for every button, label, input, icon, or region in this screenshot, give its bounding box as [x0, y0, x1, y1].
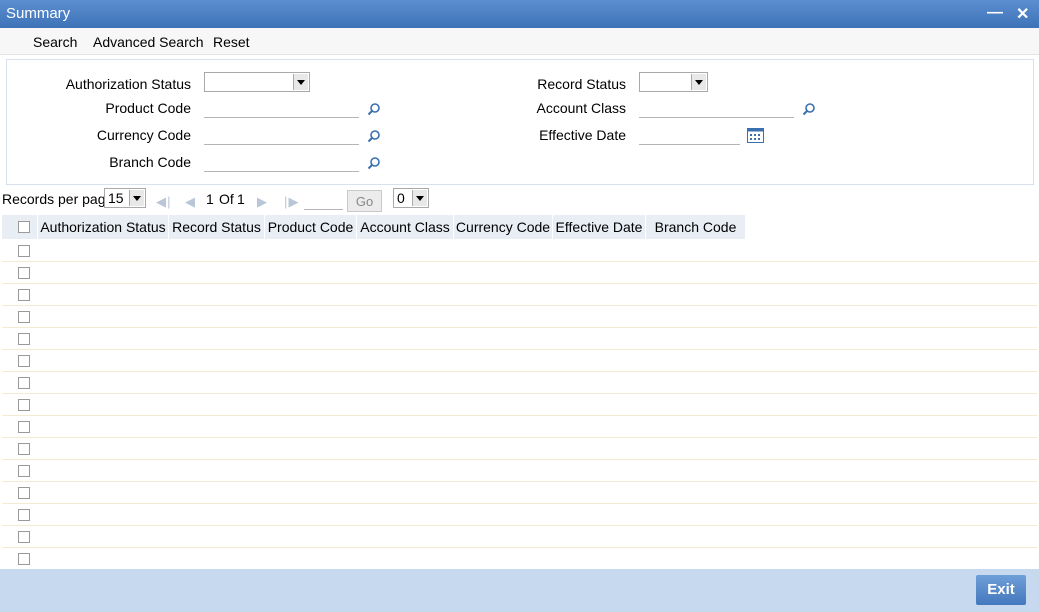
- chevron-down-icon: [412, 190, 427, 206]
- row-checkbox[interactable]: [18, 245, 30, 257]
- row-checkbox[interactable]: [18, 311, 30, 323]
- search-button[interactable]: Search: [33, 34, 77, 50]
- table-row[interactable]: [2, 306, 1037, 328]
- branch-code-input[interactable]: [204, 152, 359, 172]
- chevron-down-icon: [691, 74, 706, 90]
- row-checkbox[interactable]: [18, 377, 30, 389]
- next-page-icon[interactable]: ▶: [257, 194, 267, 210]
- column-header[interactable]: Branch Code: [646, 215, 746, 239]
- window-title: Summary: [6, 5, 71, 22]
- table-row[interactable]: [2, 284, 1037, 306]
- total-pages: 1: [237, 191, 245, 207]
- row-checkbox[interactable]: [18, 289, 30, 301]
- last-page-icon[interactable]: | ▶: [284, 194, 298, 210]
- grid-header: Authorization Status Record Status Produ…: [2, 215, 746, 239]
- page-number-input[interactable]: [304, 190, 343, 210]
- records-per-page-label: Records per page: [2, 191, 114, 207]
- row-checkbox[interactable]: [18, 487, 30, 499]
- table-row[interactable]: [2, 328, 1037, 350]
- column-header[interactable]: Effective Date: [553, 215, 646, 239]
- title-bar: Summary — ✕: [0, 0, 1039, 28]
- row-checkbox[interactable]: [18, 443, 30, 455]
- table-row[interactable]: [2, 372, 1037, 394]
- row-checkbox[interactable]: [18, 509, 30, 521]
- first-page-icon[interactable]: ◀ |: [156, 194, 170, 210]
- row-checkbox[interactable]: [18, 465, 30, 477]
- effective-date-label: Effective Date: [539, 127, 626, 143]
- product-code-label: Product Code: [105, 100, 191, 116]
- account-class-label: Account Class: [536, 100, 626, 116]
- row-checkbox[interactable]: [18, 531, 30, 543]
- authorization-status-select[interactable]: [204, 72, 310, 92]
- table-row[interactable]: [2, 438, 1037, 460]
- page-jump-select[interactable]: 0: [393, 188, 429, 208]
- record-status-label: Record Status: [537, 76, 626, 92]
- column-header[interactable]: Account Class: [357, 215, 454, 239]
- search-icon[interactable]: [367, 156, 381, 170]
- table-row[interactable]: [2, 548, 1037, 570]
- table-row[interactable]: [2, 482, 1037, 504]
- table-row[interactable]: [2, 416, 1037, 438]
- close-icon[interactable]: ✕: [1016, 4, 1029, 24]
- row-checkbox[interactable]: [18, 399, 30, 411]
- row-checkbox[interactable]: [18, 421, 30, 433]
- table-row[interactable]: [2, 460, 1037, 482]
- page-jump-value: 0: [397, 190, 405, 206]
- minimize-icon[interactable]: —: [987, 4, 1003, 22]
- row-checkbox[interactable]: [18, 355, 30, 367]
- search-icon[interactable]: [367, 102, 381, 116]
- exit-button[interactable]: Exit: [976, 575, 1026, 605]
- column-header[interactable]: Product Code: [265, 215, 357, 239]
- record-status-select[interactable]: [639, 72, 708, 92]
- currency-code-input[interactable]: [204, 125, 359, 145]
- current-page: 1: [206, 191, 214, 207]
- row-checkbox[interactable]: [18, 267, 30, 279]
- reset-button[interactable]: Reset: [213, 34, 250, 50]
- advanced-search-button[interactable]: Advanced Search: [93, 34, 204, 50]
- table-row[interactable]: [2, 504, 1037, 526]
- search-icon[interactable]: [802, 102, 816, 116]
- select-all-checkbox[interactable]: [18, 221, 30, 233]
- records-per-page-value: 15: [108, 190, 124, 206]
- search-icon[interactable]: [367, 129, 381, 143]
- table-row[interactable]: [2, 350, 1037, 372]
- table-row[interactable]: [2, 262, 1037, 284]
- table-row[interactable]: [2, 240, 1037, 262]
- row-checkbox[interactable]: [18, 553, 30, 565]
- branch-code-label: Branch Code: [109, 154, 191, 170]
- column-header[interactable]: Currency Code: [454, 215, 553, 239]
- go-button[interactable]: Go: [347, 190, 382, 212]
- of-label: Of: [219, 191, 234, 207]
- select-all-cell: [2, 215, 38, 239]
- product-code-input[interactable]: [204, 98, 359, 118]
- column-header[interactable]: Record Status: [169, 215, 265, 239]
- column-header[interactable]: Authorization Status: [38, 215, 169, 239]
- chevron-down-icon: [293, 74, 308, 90]
- account-class-input[interactable]: [639, 98, 794, 118]
- table-row[interactable]: [2, 394, 1037, 416]
- footer-bar: [0, 569, 1039, 612]
- effective-date-input[interactable]: [639, 125, 740, 145]
- row-checkbox[interactable]: [18, 333, 30, 345]
- toolbar: Search Advanced Search Reset: [0, 28, 1039, 55]
- table-row[interactable]: [2, 526, 1037, 548]
- chevron-down-icon: [129, 190, 144, 206]
- currency-code-label: Currency Code: [96, 127, 191, 143]
- calendar-icon[interactable]: [747, 127, 764, 143]
- previous-page-icon[interactable]: ◀: [185, 194, 195, 210]
- records-per-page-select[interactable]: 15: [104, 188, 146, 208]
- authorization-status-label: Authorization Status: [65, 76, 191, 92]
